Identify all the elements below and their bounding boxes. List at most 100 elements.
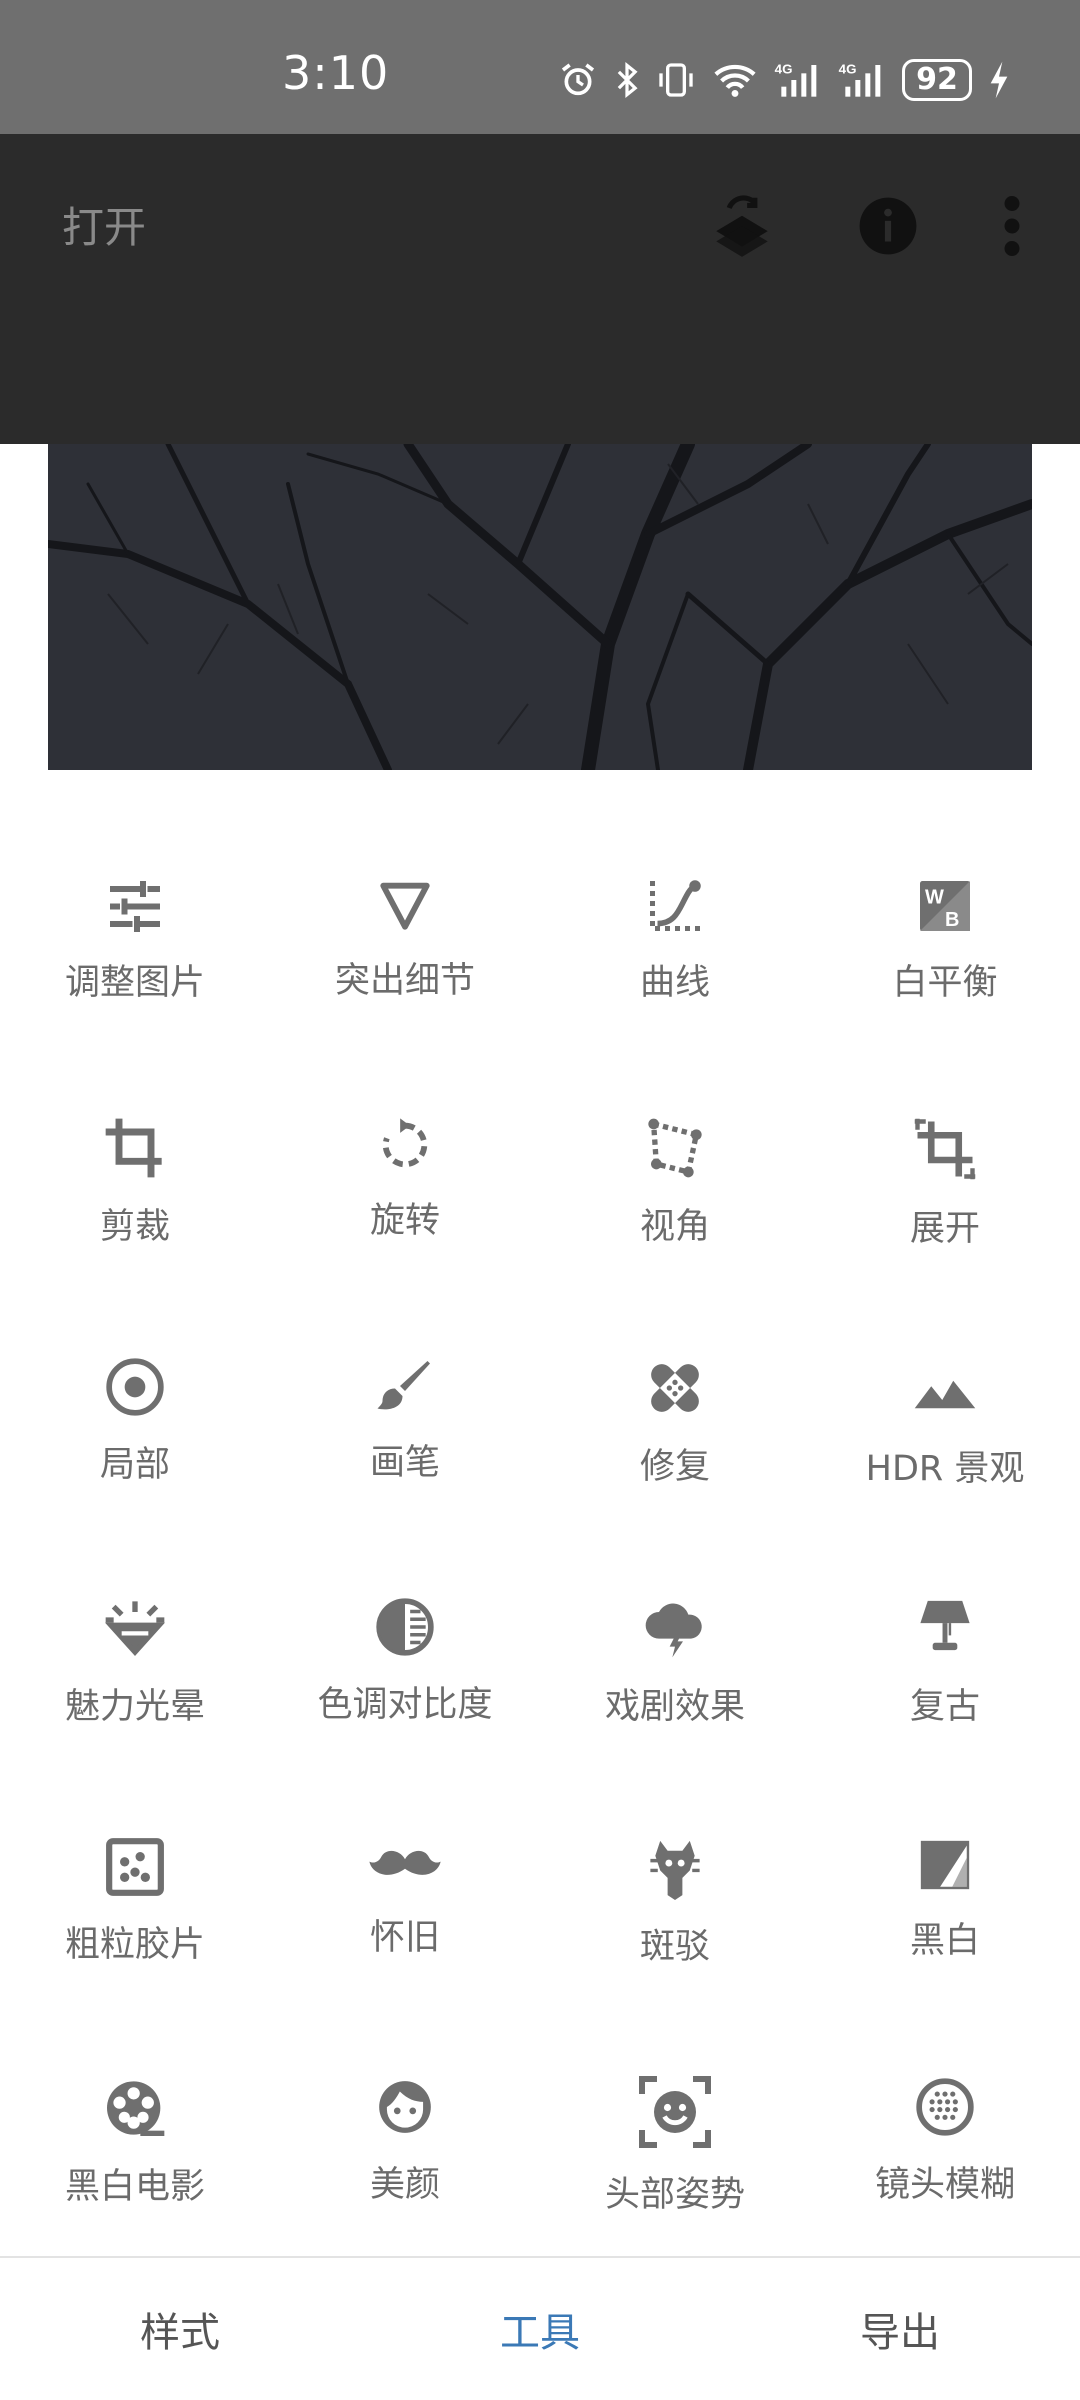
svg-text:W: W	[925, 887, 944, 909]
tool-label: 剪裁	[99, 1207, 170, 1247]
glamour-glow-icon	[95, 1596, 175, 1660]
perspective-icon	[635, 1116, 715, 1180]
tool-label: 戏剧效果	[604, 1687, 745, 1727]
curves-icon	[635, 876, 715, 936]
tool-tune-image[interactable]: 调整图片	[0, 770, 270, 1003]
drama-cloud-icon	[635, 1596, 715, 1660]
tool-selective[interactable]: 局部	[0, 1250, 270, 1485]
head-pose-icon	[635, 2076, 715, 2148]
tool-label: 镜头模糊	[874, 2165, 1015, 2205]
tool-label: 局部	[99, 1445, 170, 1485]
tool-label: 美颜	[369, 2165, 440, 2205]
black-white-icon	[905, 1836, 985, 1894]
white-balance-icon: WB	[905, 876, 985, 936]
layers-icon[interactable]	[702, 186, 782, 266]
tab-export[interactable]: 导出	[720, 2258, 1080, 2400]
status-time: 3:10	[282, 46, 390, 100]
tool-details[interactable]: 突出细节	[270, 770, 540, 1001]
selective-icon	[95, 1356, 175, 1418]
tool-brush[interactable]: 画笔	[270, 1250, 540, 1483]
tool-head-pose[interactable]: 头部姿势	[540, 1970, 810, 2215]
tool-label: 复古	[909, 1687, 980, 1727]
tools-grid: 调整图片 突出细节 曲线 WB 白平衡 剪裁 旋转 视角 展开 局部 画笔 修复…	[0, 770, 1080, 2256]
signal-4g-icon: 4G	[774, 60, 822, 100]
tool-label: 怀旧	[369, 1918, 440, 1958]
tool-label: 色调对比度	[317, 1685, 493, 1725]
bottom-nav: 样式 工具 导出	[0, 2256, 1080, 2400]
svg-text:B: B	[945, 909, 959, 931]
tool-grunge[interactable]: 斑驳	[540, 1730, 810, 1967]
alarm-icon	[558, 60, 598, 100]
battery-level: 92	[902, 59, 972, 101]
details-triangle-icon	[365, 876, 445, 934]
info-icon[interactable]	[848, 186, 928, 266]
expand-icon	[905, 1116, 985, 1182]
tool-hdr[interactable]: HDR 景观	[810, 1250, 1080, 1489]
tool-label: 突出细节	[334, 961, 475, 1001]
wifi-icon	[712, 60, 758, 100]
tool-expand[interactable]: 展开	[810, 1010, 1080, 1249]
tool-label: 调整图片	[64, 963, 205, 1003]
status-icons: 4G 4G 92	[558, 52, 1010, 108]
healing-bandage-icon	[635, 1356, 715, 1420]
tool-glamour-glow[interactable]: 魅力光晕	[0, 1490, 270, 1727]
tool-label: 修复	[639, 1447, 710, 1487]
tab-tools[interactable]: 工具	[360, 2258, 720, 2400]
tool-label: 画笔	[369, 1443, 440, 1483]
more-vert-icon[interactable]	[972, 186, 1052, 266]
vintage-lamp-icon	[905, 1596, 985, 1660]
tool-curves[interactable]: 曲线	[540, 770, 810, 1003]
grunge-icon	[635, 1836, 715, 1900]
tool-label: 黑白电影	[64, 2167, 205, 2207]
tool-label: HDR 景观	[865, 1449, 1025, 1489]
tune-sliders-icon	[95, 876, 175, 936]
brush-icon	[365, 1356, 445, 1416]
tool-label: 魅力光晕	[64, 1687, 205, 1727]
crop-icon	[95, 1116, 175, 1180]
tool-lens-blur[interactable]: 镜头模糊	[810, 1970, 1080, 2205]
tool-rotate[interactable]: 旋转	[270, 1010, 540, 1241]
tool-perspective[interactable]: 视角	[540, 1010, 810, 1247]
vibrate-icon	[656, 60, 696, 100]
tool-black-white[interactable]: 黑白	[810, 1730, 1080, 1961]
tool-label: 视角	[639, 1207, 710, 1247]
open-button[interactable]: 打开	[62, 194, 146, 255]
lens-blur-icon	[905, 2076, 985, 2138]
signal-4g-icon: 4G	[838, 60, 886, 100]
tool-vintage[interactable]: 复古	[810, 1490, 1080, 1727]
tool-noir[interactable]: 黑白电影	[0, 1970, 270, 2207]
app-bar: 打开	[0, 134, 1080, 444]
tool-label: 曲线	[639, 963, 710, 1003]
tools-sheet: 调整图片 突出细节 曲线 WB 白平衡 剪裁 旋转 视角 展开 局部 画笔 修复…	[0, 770, 1080, 2256]
tool-label: 黑白	[909, 1921, 980, 1961]
tool-label: 白平衡	[892, 963, 998, 1003]
tool-grainy-film[interactable]: 粗粒胶片	[0, 1730, 270, 1965]
tool-healing[interactable]: 修复	[540, 1250, 810, 1487]
tool-label: 斑驳	[639, 1927, 710, 1967]
film-reel-icon	[95, 2076, 175, 2140]
tool-white-balance[interactable]: WB 白平衡	[810, 770, 1080, 1003]
tool-label: 展开	[909, 1209, 980, 1249]
battery-icon: 92	[902, 59, 972, 101]
tool-portrait[interactable]: 美颜	[270, 1970, 540, 2205]
tool-label: 头部姿势	[604, 2175, 745, 2215]
rotate-icon	[365, 1116, 445, 1174]
svg-text:4G: 4G	[839, 61, 857, 76]
status-bar: 3:10 4G 4G 92	[0, 0, 1080, 134]
tool-label: 粗粒胶片	[64, 1925, 205, 1965]
tab-styles[interactable]: 样式	[0, 2258, 360, 2400]
hdr-landscape-icon	[905, 1356, 985, 1422]
mustache-icon	[365, 1836, 445, 1891]
charging-icon	[988, 60, 1010, 100]
grainy-film-icon	[95, 1836, 175, 1898]
tool-retrolux[interactable]: 怀旧	[270, 1730, 540, 1960]
face-icon	[365, 2076, 445, 2138]
bluetooth-icon	[614, 60, 640, 100]
tonal-contrast-icon	[365, 1596, 445, 1658]
tool-crop[interactable]: 剪裁	[0, 1010, 270, 1247]
tool-label: 旋转	[369, 1201, 440, 1241]
tool-tonal-contrast[interactable]: 色调对比度	[270, 1490, 540, 1725]
svg-text:4G: 4G	[775, 61, 793, 76]
photo-preview	[48, 444, 1032, 770]
tool-drama[interactable]: 戏剧效果	[540, 1490, 810, 1727]
